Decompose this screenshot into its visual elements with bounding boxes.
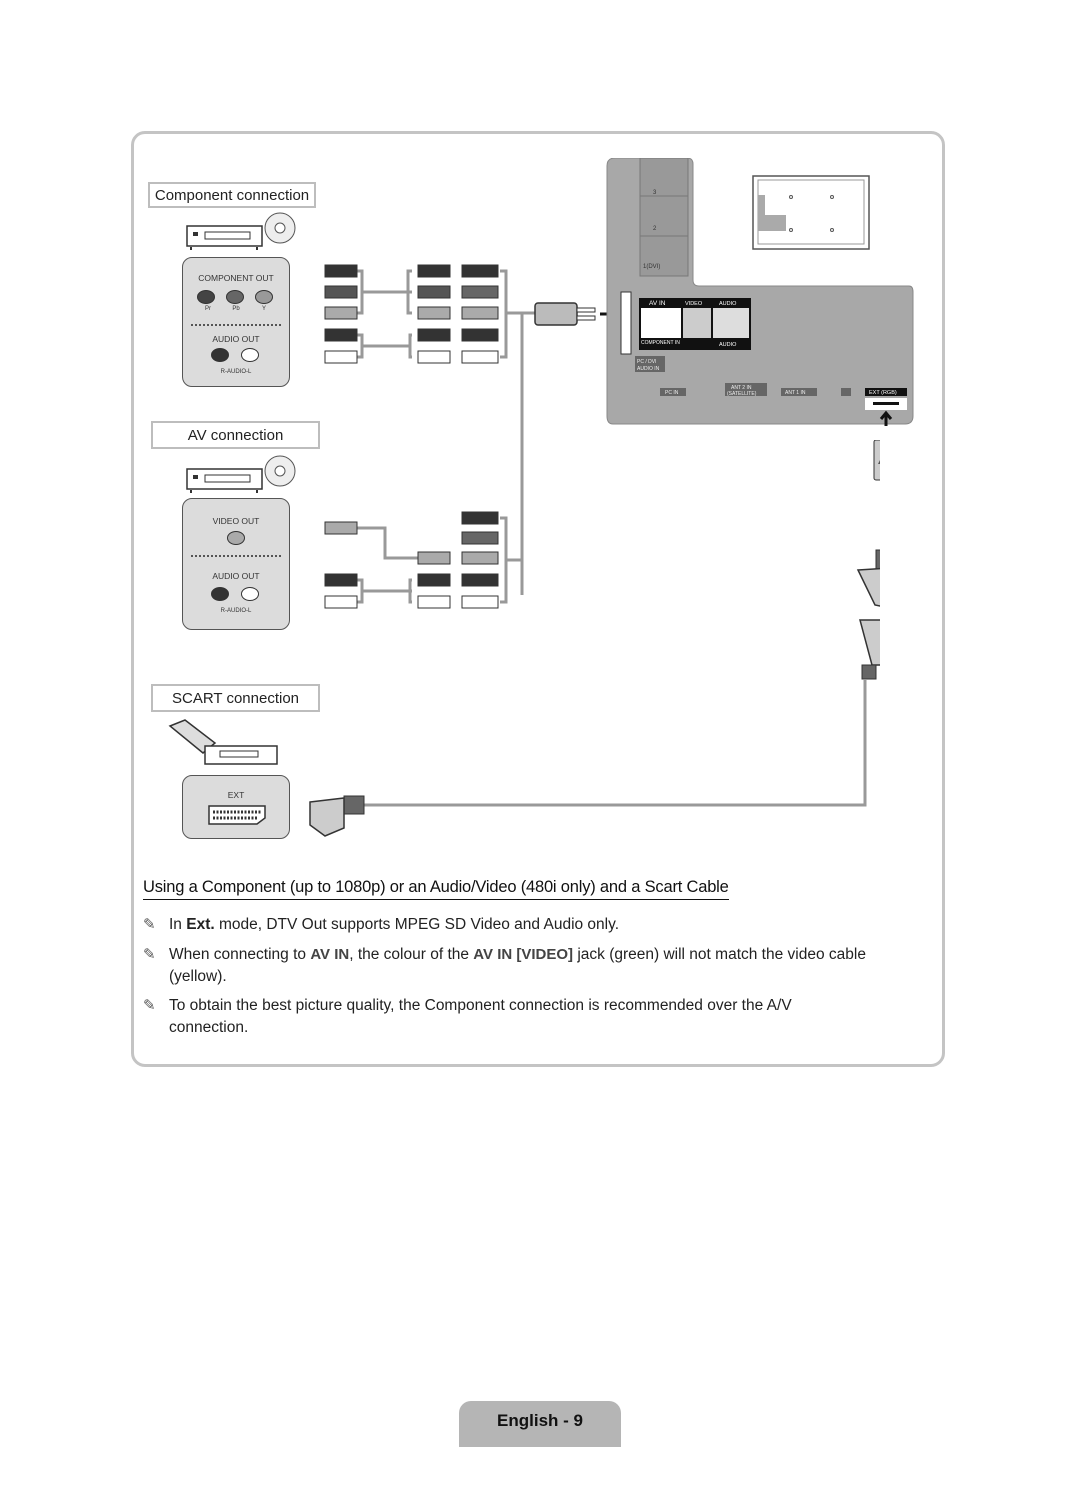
scart-cable-diagram (309, 440, 880, 837)
audio-top-label: AUDIO (719, 301, 737, 307)
av-out-panel: VIDEO OUT AUDIO OUT R-AUDIO-L (182, 498, 290, 630)
y-label: Y (261, 306, 266, 312)
y-jack (255, 290, 273, 304)
svg-text:AUDIO IN: AUDIO IN (637, 366, 660, 372)
hdmi-1-label: 1(DVI) (643, 264, 660, 270)
component-out-panel: COMPONENT OUT Pr Pb Y AUDIO OUT R-AUDIO-… (182, 257, 290, 387)
note-1: ✎ In Ext. mode, DTV Out supports MPEG SD … (143, 914, 933, 936)
divider (191, 324, 281, 326)
dvd-player-icon (186, 212, 296, 250)
video-jack (227, 531, 245, 545)
audio-out-title: AUDIO OUT (212, 571, 260, 581)
video-label: VIDEO (685, 301, 703, 307)
audio-l-jack (241, 587, 259, 601)
note-pencil-icon: ✎ (143, 997, 156, 1014)
av-connection-label: AV connection (151, 421, 320, 449)
svg-text:PC IN: PC IN (665, 390, 679, 396)
svg-text:PC / DVI: PC / DVI (637, 359, 656, 365)
scart-connection-label: SCART connection (151, 684, 320, 712)
pr-jack (197, 290, 215, 304)
svg-text:EXT (RGB): EXT (RGB) (869, 390, 897, 396)
scart-device-icon (168, 719, 278, 765)
pb-jack (226, 290, 244, 304)
scart-port-icon (208, 805, 266, 825)
page-footer: English - 9 (459, 1401, 621, 1447)
note-pencil-icon: ✎ (143, 946, 156, 963)
component-out-title: COMPONENT OUT (198, 273, 274, 283)
audio-sub-label: R-AUDIO-L (220, 369, 252, 375)
audio-l-jack (241, 348, 259, 362)
audio-r-jack (211, 587, 229, 601)
svg-text:(SATELLITE): (SATELLITE) (727, 391, 757, 397)
divider (191, 555, 281, 557)
ext-panel: EXT (182, 775, 290, 839)
video-out-title: VIDEO OUT (212, 516, 260, 526)
component-in-label: COMPONENT IN (641, 340, 680, 346)
ext-title: EXT (227, 790, 245, 800)
component-connection-label: Component connection (148, 182, 316, 208)
audio-bottom-label: AUDIO (719, 342, 737, 348)
audio-sub-label: R-AUDIO-L (220, 608, 252, 614)
tv-back-thumbnail (752, 175, 870, 250)
note-3: ✎ To obtain the best picture quality, the… (143, 997, 792, 1036)
audio-r-jack (211, 348, 229, 362)
section-heading: Using a Component (up to 1080p) or an Au… (143, 878, 729, 900)
note-2: ✎ When connecting to AV IN, the colour of… (143, 946, 866, 985)
av-in-label: AV IN (649, 300, 666, 307)
svg-text:ANT 1 IN: ANT 1 IN (785, 390, 806, 396)
dvd-player-icon (186, 455, 296, 493)
note-pencil-icon: ✎ (143, 916, 156, 933)
audio-out-title: AUDIO OUT (212, 334, 260, 344)
